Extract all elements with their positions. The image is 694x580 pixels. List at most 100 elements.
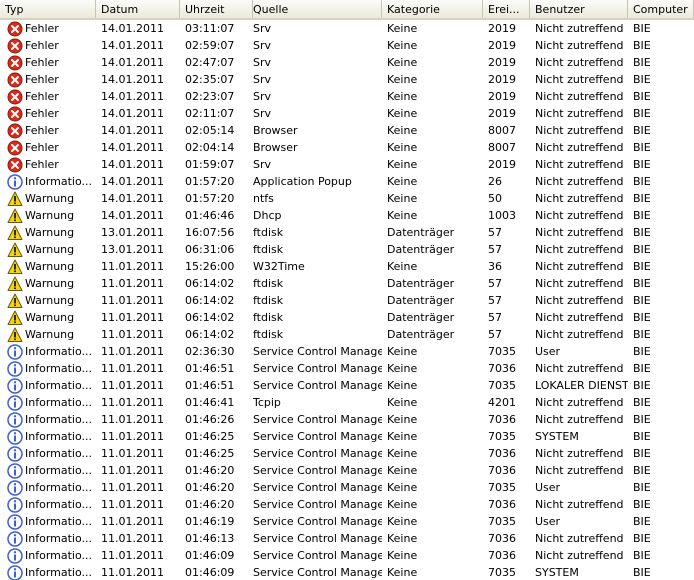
table-row[interactable]: Fehler 14.01.2011 02:47:07 Srv Keine 2019 Nich…: [0, 54, 694, 71]
table-row[interactable]: Informatio... 11.01.2011 01:46:09 Service C…: [0, 564, 694, 580]
cell-uhrzeit: 01:46:20: [185, 498, 235, 511]
table-row[interactable]: Informatio... 11.01.2011 01:46:13 Service C…: [0, 530, 694, 547]
cell-benutzer: User: [535, 345, 561, 358]
cell-typ: Fehler: [0, 20, 96, 37]
table-row[interactable]: Warnung 13.01.2011 16:07:56 ftdisk Datenträg…: [0, 224, 694, 241]
table-row[interactable]: Warnung 11.01.2011 06:14:02 ftdisk Datenträg…: [0, 275, 694, 292]
cell-benutzer: Nicht zutreffend: [535, 362, 624, 375]
cell-uhrzeit: 01:46:09: [185, 549, 235, 562]
cell-typ-label: Informatio...: [25, 447, 92, 460]
column-header-benutzer[interactable]: Benutzer: [530, 0, 628, 18]
cell-ereignis: 7036: [488, 413, 516, 426]
table-row[interactable]: Informatio... 11.01.2011 01:46:20 Service C…: [0, 479, 694, 496]
cell-datum: 14.01.2011: [101, 158, 164, 171]
cell-datum: 11.01.2011: [101, 345, 164, 358]
cell-uhrzeit: 01:59:07: [185, 158, 235, 171]
cell-typ: Warnung: [0, 275, 96, 292]
table-row[interactable]: Warnung 14.01.2011 01:46:46 Dhcp Keine 1003 Ni…: [0, 207, 694, 224]
cell-datum: 14.01.2011: [101, 141, 164, 154]
table-row[interactable]: Warnung 11.01.2011 15:26:00 W32Time Keine 36 N…: [0, 258, 694, 275]
cell-ereignis: 57: [488, 294, 502, 307]
table-row[interactable]: Warnung 13.01.2011 06:31:06 ftdisk Datenträg…: [0, 241, 694, 258]
table-row[interactable]: Informatio... 11.01.2011 01:46:20 Service C…: [0, 496, 694, 513]
cell-benutzer: SYSTEM: [535, 430, 579, 443]
column-header-quelle[interactable]: Quelle: [248, 0, 382, 18]
cell-kategorie: Keine: [387, 141, 418, 154]
column-header-ereignis[interactable]: Erei...: [483, 0, 530, 18]
table-row[interactable]: Fehler 14.01.2011 02:23:07 Srv Keine 2019 Nich…: [0, 88, 694, 105]
cell-computer: BIE: [633, 124, 651, 137]
info-icon: [7, 429, 23, 445]
cell-kategorie: Datenträger: [387, 277, 455, 290]
cell-kategorie: Keine: [387, 56, 418, 69]
error-icon: [7, 106, 23, 122]
table-row[interactable]: Fehler 14.01.2011 02:11:07 Srv Keine 2019 Nich…: [0, 105, 694, 122]
table-row[interactable]: Informatio... 11.01.2011 02:36:30 Service C…: [0, 343, 694, 360]
cell-typ: Fehler: [0, 37, 96, 54]
cell-benutzer: Nicht zutreffend: [535, 277, 624, 290]
cell-typ: Informatio...: [0, 462, 96, 479]
table-row[interactable]: Warnung 14.01.2011 01:57:20 ntfs Keine 50 Nich…: [0, 190, 694, 207]
cell-benutzer: Nicht zutreffend: [535, 209, 624, 222]
table-row[interactable]: Warnung 11.01.2011 06:14:02 ftdisk Datenträg…: [0, 292, 694, 309]
table-row[interactable]: Fehler 14.01.2011 03:11:07 Srv Keine 2019 Nich…: [0, 20, 694, 37]
cell-computer: BIE: [633, 39, 651, 52]
cell-ereignis: 7036: [488, 464, 516, 477]
cell-datum: 11.01.2011: [101, 532, 164, 545]
cell-uhrzeit: 01:57:20: [185, 175, 235, 188]
error-icon: [7, 157, 23, 173]
column-header-kategorie[interactable]: Kategorie: [382, 0, 483, 18]
table-row[interactable]: Informatio... 11.01.2011 01:46:51 Service C…: [0, 360, 694, 377]
cell-kategorie: Keine: [387, 192, 418, 205]
column-header-datum[interactable]: Datum: [96, 0, 180, 18]
table-row[interactable]: Informatio... 11.01.2011 01:46:51 Service C…: [0, 377, 694, 394]
cell-typ-label: Warnung: [25, 243, 75, 256]
cell-datum: 14.01.2011: [101, 124, 164, 137]
table-row[interactable]: Fehler 14.01.2011 01:59:07 Srv Keine 2019 Nich…: [0, 156, 694, 173]
cell-uhrzeit: 01:46:46: [185, 209, 235, 222]
table-row[interactable]: Informatio... 14.01.2011 01:57:20 Applicati…: [0, 173, 694, 190]
cell-ereignis: 8007: [488, 141, 516, 154]
event-log-list[interactable]: Typ Datum Uhrzeit Quelle Kategorie Erei.…: [0, 0, 694, 580]
event-rows: Fehler 14.01.2011 03:11:07 Srv Keine 2019 Nich…: [0, 20, 694, 580]
cell-benutzer: Nicht zutreffend: [535, 328, 624, 341]
cell-typ-label: Warnung: [25, 294, 75, 307]
table-row[interactable]: Informatio... 11.01.2011 01:46:25 Service C…: [0, 445, 694, 462]
cell-uhrzeit: 15:26:00: [185, 260, 235, 273]
table-row[interactable]: Informatio... 11.01.2011 01:46:20 Service C…: [0, 462, 694, 479]
cell-quelle: Service Control Manager: [253, 515, 382, 528]
table-row[interactable]: Warnung 11.01.2011 06:14:02 ftdisk Datenträg…: [0, 309, 694, 326]
table-row[interactable]: Fehler 14.01.2011 02:05:14 Browser Keine 8007…: [0, 122, 694, 139]
table-row[interactable]: Fehler 14.01.2011 02:35:07 Srv Keine 2019 Nich…: [0, 71, 694, 88]
cell-quelle: ftdisk: [253, 294, 284, 307]
table-row[interactable]: Fehler 14.01.2011 02:04:14 Browser Keine 8007…: [0, 139, 694, 156]
column-header-computer[interactable]: Computer: [628, 0, 694, 18]
cell-ereignis: 7035: [488, 515, 516, 528]
info-icon: [7, 531, 23, 547]
cell-typ: Informatio...: [0, 377, 96, 394]
cell-benutzer: Nicht zutreffend: [535, 22, 624, 35]
cell-kategorie: Keine: [387, 209, 418, 222]
table-row[interactable]: Warnung 11.01.2011 06:14:02 ftdisk Datenträg…: [0, 326, 694, 343]
cell-benutzer: SYSTEM: [535, 566, 579, 579]
table-row[interactable]: Informatio... 11.01.2011 01:46:26 Service C…: [0, 411, 694, 428]
cell-computer: BIE: [633, 260, 651, 273]
cell-benutzer: Nicht zutreffend: [535, 90, 624, 103]
column-header-typ[interactable]: Typ: [0, 0, 96, 18]
table-row[interactable]: Informatio... 11.01.2011 01:46:41 Tcpip Kein…: [0, 394, 694, 411]
table-row[interactable]: Informatio... 11.01.2011 01:46:25 Service C…: [0, 428, 694, 445]
cell-uhrzeit: 01:46:51: [185, 362, 235, 375]
cell-benutzer: User: [535, 515, 561, 528]
cell-datum: 13.01.2011: [101, 226, 164, 239]
table-row[interactable]: Informatio... 11.01.2011 01:46:09 Service C…: [0, 547, 694, 564]
cell-benutzer: Nicht zutreffend: [535, 56, 624, 69]
cell-quelle: Service Control Manager: [253, 447, 382, 460]
cell-ereignis: 2019: [488, 158, 516, 171]
cell-ereignis: 7035: [488, 345, 516, 358]
cell-uhrzeit: 02:23:07: [185, 90, 235, 103]
cell-typ-label: Informatio...: [25, 532, 92, 545]
table-row[interactable]: Fehler 14.01.2011 02:59:07 Srv Keine 2019 Nich…: [0, 37, 694, 54]
column-header-uhrzeit[interactable]: Uhrzeit: [180, 0, 253, 18]
cell-ereignis: 8007: [488, 124, 516, 137]
table-row[interactable]: Informatio... 11.01.2011 01:46:19 Service C…: [0, 513, 694, 530]
